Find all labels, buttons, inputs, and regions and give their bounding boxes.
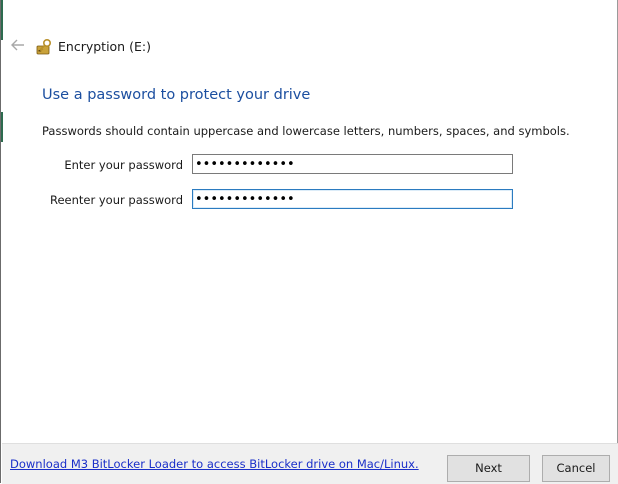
cancel-button[interactable]: Cancel	[542, 455, 610, 482]
page-heading: Use a password to protect your drive	[42, 87, 311, 103]
window-edge-accent	[1, 112, 3, 142]
bitlocker-drive-icon	[36, 38, 54, 56]
download-loader-link[interactable]: Download M3 BitLocker Loader to access B…	[10, 457, 419, 471]
back-arrow-icon[interactable]	[10, 37, 26, 53]
next-button[interactable]: Next	[447, 455, 530, 482]
password-requirements-text: Passwords should contain uppercase and l…	[42, 124, 570, 138]
window-title: Encryption (E:)	[58, 39, 151, 54]
wizard-footer: Download M3 BitLocker Loader to access B…	[2, 443, 618, 484]
reenter-password-field[interactable]	[192, 189, 513, 209]
wizard-header: Encryption (E:)	[1, 34, 617, 62]
password-label: Enter your password	[64, 158, 183, 172]
bitlocker-wizard-window: Encryption (E:) Use a password to protec…	[0, 0, 618, 484]
password-field[interactable]	[192, 154, 513, 174]
reenter-password-label: Reenter your password	[50, 193, 183, 207]
